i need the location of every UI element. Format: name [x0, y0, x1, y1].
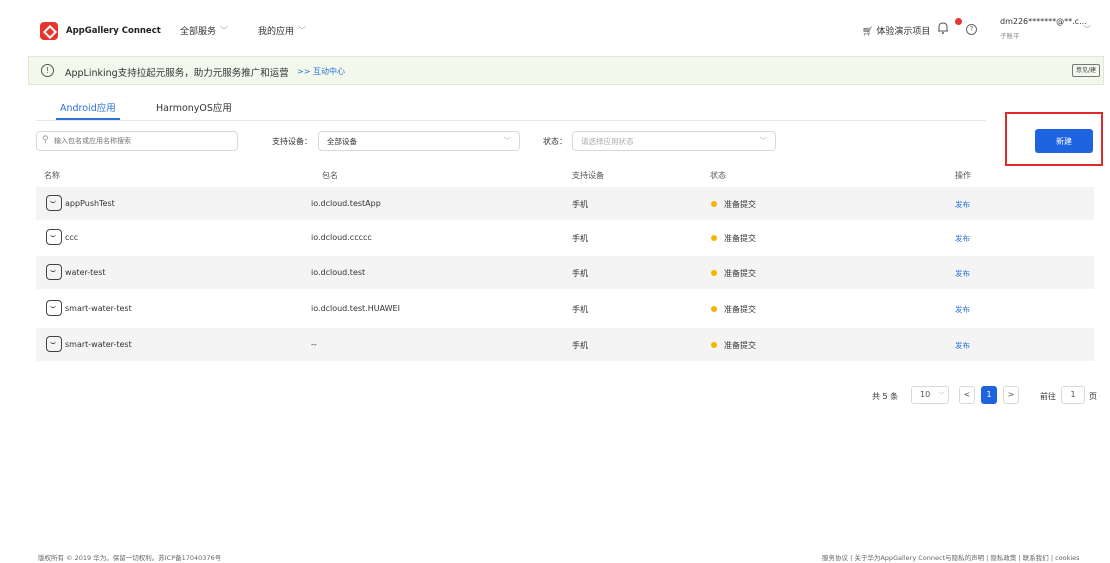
bell-icon[interactable] — [936, 21, 950, 35]
notice-link[interactable]: >> 互动中心 — [297, 66, 345, 77]
app-icon — [46, 336, 62, 352]
prev-page-button[interactable]: < — [959, 386, 975, 404]
app-icon — [46, 264, 62, 280]
app-name: water-test — [65, 268, 106, 277]
publish-link[interactable]: 发布 — [955, 340, 970, 351]
chevron-down-icon: ﹀ — [220, 26, 229, 35]
app-package: -- — [311, 340, 317, 349]
nav-all-services[interactable]: 全部服务 ﹀ — [180, 24, 228, 37]
chevron-down-icon: ﹀ — [760, 137, 767, 145]
search-icon: ⚲ — [42, 135, 49, 145]
status-dot-icon — [711, 342, 717, 348]
app-name: smart-water-test — [65, 340, 132, 349]
chevron-down-icon: ﹀ — [938, 392, 945, 399]
chevron-down-icon[interactable]: ﹀ — [1083, 24, 1091, 35]
publish-link[interactable]: 发布 — [955, 233, 970, 244]
app-package: io.dcloud.test — [311, 268, 366, 277]
app-device: 手机 — [572, 234, 588, 243]
table-row[interactable]: smart-water-test -- 手机 准备提交 发布 — [36, 328, 1094, 361]
nav-my-apps-label: 我的应用 — [258, 27, 295, 37]
top-header: AppGallery Connect 全部服务 ﹀ 我的应用 ﹀ 🛒︎ 体验演示… — [0, 0, 1110, 56]
app-device: 手机 — [572, 269, 588, 278]
status-dot-icon — [711, 235, 717, 241]
footer-links[interactable]: 服务协议 | 关于华为AppGallery Connect与隐私的声明 | 隐私… — [822, 552, 1080, 562]
status-dot-icon — [711, 270, 717, 276]
publish-link[interactable]: 发布 — [955, 268, 970, 279]
page-size-select[interactable]: 10 ﹀ — [911, 386, 949, 404]
chevron-down-icon: ﹀ — [298, 26, 307, 35]
tab-android[interactable]: Android应用 — [60, 100, 116, 114]
brand-logo[interactable]: AppGallery Connect — [40, 22, 161, 40]
pagination-total: 共 5 条 — [872, 392, 899, 401]
publish-link[interactable]: 发布 — [955, 304, 970, 315]
app-icon — [46, 300, 62, 316]
app-status: 准备提交 — [724, 200, 756, 209]
info-icon: ! — [41, 64, 54, 77]
app-status: 准备提交 — [724, 269, 756, 278]
table-row[interactable]: smart-water-test io.dcloud.test.HUAWEI 手… — [36, 292, 1094, 325]
device-select-value: 全部设备 — [327, 137, 357, 146]
notice-text: AppLinking支持拉起元服务，助力元服务推广和运营 — [65, 68, 289, 79]
demo-project-link[interactable]: 🛒︎ 体验演示项目 — [862, 24, 930, 37]
app-package: io.dcloud.test.HUAWEI — [311, 304, 400, 313]
search-field[interactable]: ⚲ — [36, 131, 238, 151]
appgallery-logo-icon — [40, 22, 58, 40]
table-row[interactable]: ccc io.dcloud.ccccc 手机 准备提交 发布 — [36, 221, 1094, 254]
app-name: smart-water-test — [65, 304, 132, 313]
app-icon — [46, 229, 62, 245]
feedback-button[interactable]: 意见/建 — [1072, 64, 1100, 77]
goto-page-input[interactable]: 1 — [1061, 386, 1085, 404]
app-icon — [46, 195, 62, 211]
nav-all-services-label: 全部服务 — [180, 27, 217, 37]
notice-bar: ! AppLinking支持拉起元服务，助力元服务推广和运营 >> 互动中心 意… — [28, 56, 1104, 85]
app-device: 手机 — [572, 305, 588, 314]
status-dot-icon — [711, 306, 717, 312]
app-package: io.dcloud.ccccc — [311, 233, 372, 242]
column-header-device: 支持设备 — [572, 171, 604, 180]
table-header — [36, 165, 1094, 185]
table-row[interactable]: water-test io.dcloud.test 手机 准备提交 发布 — [36, 256, 1094, 289]
page-size-value: 10 — [920, 390, 931, 399]
brand-name: AppGallery Connect — [66, 26, 161, 36]
nav-my-apps[interactable]: 我的应用 ﹀ — [258, 24, 306, 37]
status-dot-icon — [711, 201, 717, 207]
app-name: appPushTest — [65, 199, 115, 208]
tabs-divider — [36, 120, 986, 121]
page-suffix: 页 — [1089, 392, 1097, 401]
app-status: 准备提交 — [724, 341, 756, 350]
user-email[interactable]: dm226*******@**.c... — [1000, 17, 1087, 26]
publish-link[interactable]: 发布 — [955, 199, 970, 210]
status-select[interactable]: 请选择应用状态 ﹀ — [572, 131, 776, 151]
demo-project-label: 体验演示项目 — [876, 27, 931, 37]
page-1-button[interactable]: 1 — [981, 386, 997, 404]
tab-harmonyos[interactable]: HarmonyOS应用 — [156, 100, 232, 114]
demo-cart-icon: 🛒︎ — [862, 27, 874, 37]
column-header-name: 名称 — [44, 171, 60, 180]
device-select[interactable]: 全部设备 ﹀ — [318, 131, 520, 151]
table-row[interactable]: appPushTest io.dcloud.testApp 手机 准备提交 发布 — [36, 187, 1094, 220]
footer-copyright: 版权所有 © 2019 华为。保留一切权利。苏ICP备17040376号 — [38, 554, 222, 562]
app-status: 准备提交 — [724, 234, 756, 243]
status-filter-label: 状态： — [543, 137, 567, 146]
column-header-action: 操作 — [955, 171, 971, 180]
app-name: ccc — [65, 233, 79, 242]
notification-badge — [955, 18, 962, 25]
device-filter-label: 支持设备： — [272, 137, 312, 146]
column-header-package: 包名 — [322, 171, 338, 180]
app-device: 手机 — [572, 200, 588, 209]
user-subtitle: 子账平 — [1000, 32, 1020, 40]
app-status: 准备提交 — [724, 305, 756, 314]
status-select-placeholder: 请选择应用状态 — [581, 137, 634, 146]
help-icon[interactable]: ? — [966, 24, 977, 35]
chevron-down-icon: ﹀ — [504, 137, 511, 145]
next-page-button[interactable]: > — [1003, 386, 1019, 404]
app-package: io.dcloud.testApp — [311, 199, 381, 208]
new-app-button[interactable]: 新建 — [1035, 129, 1093, 153]
column-header-status: 状态 — [710, 171, 726, 180]
app-device: 手机 — [572, 341, 588, 350]
goto-label: 前往 — [1040, 392, 1056, 401]
search-input[interactable] — [54, 134, 234, 148]
